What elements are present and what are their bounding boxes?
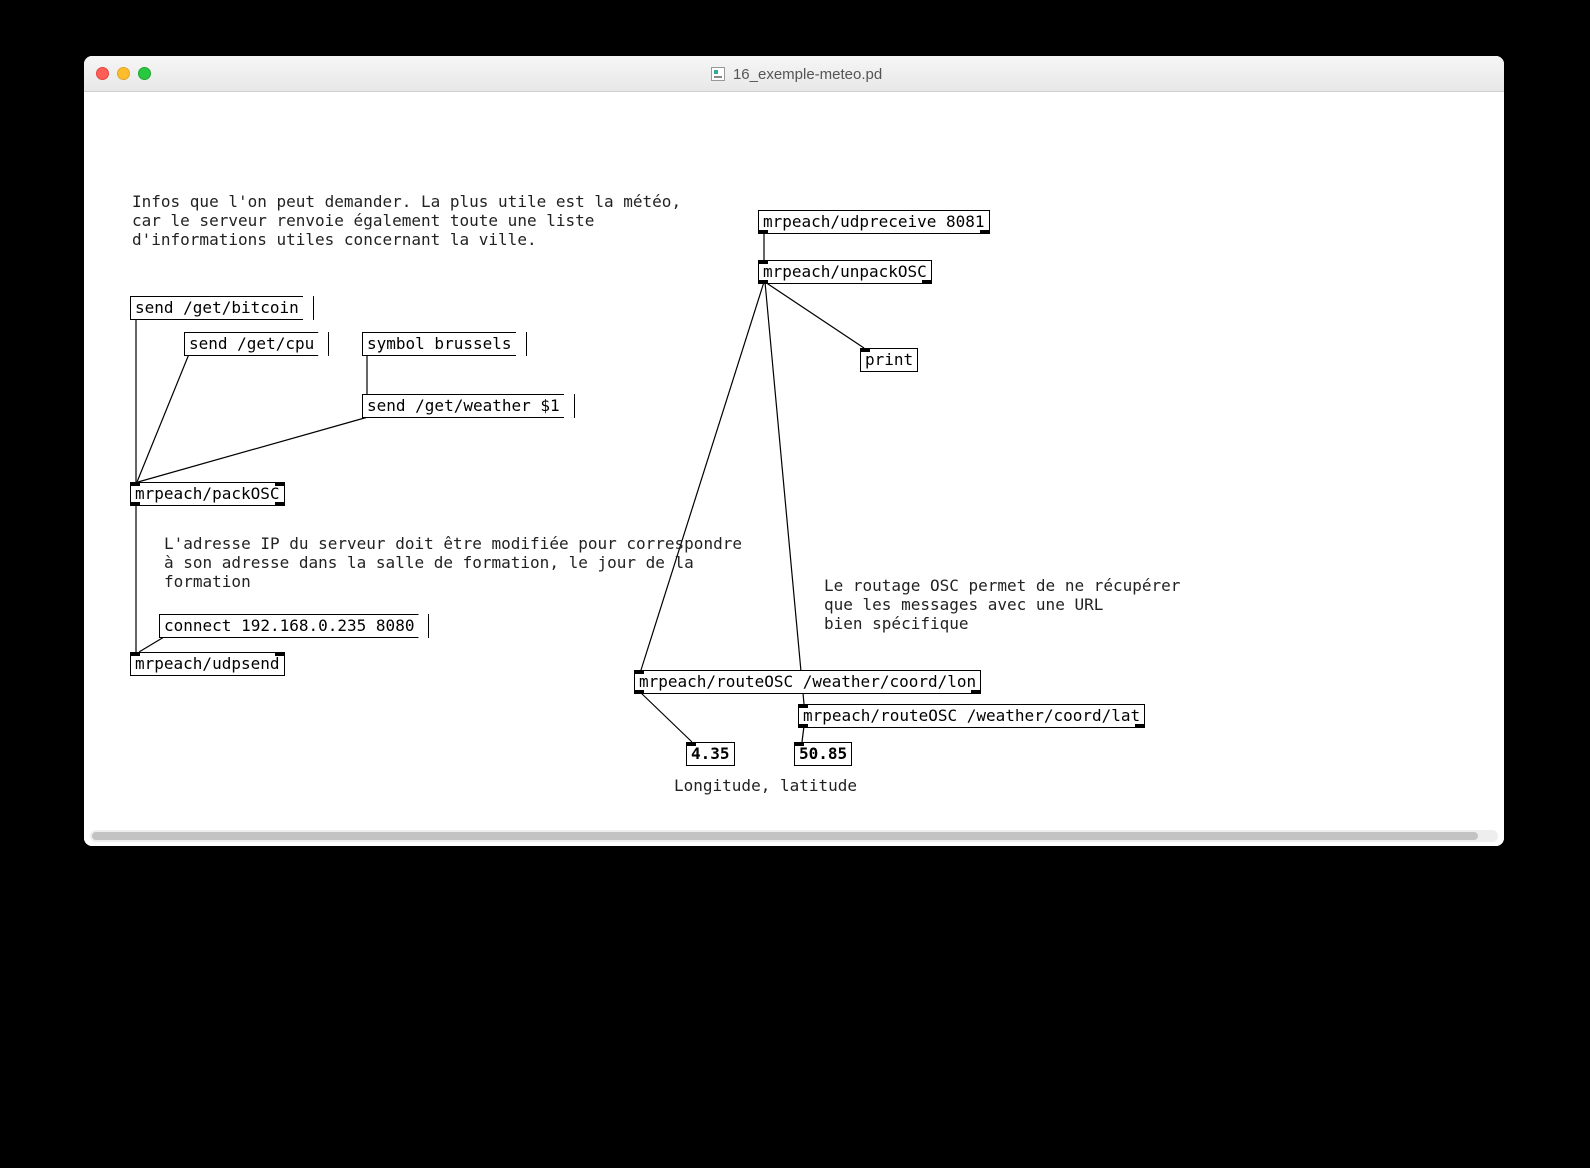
- msg-symbol[interactable]: symbol brussels: [362, 332, 527, 356]
- app-window: 16_exemple-meteo.pd: [84, 56, 1504, 846]
- obj-udpreceive-text: mrpeach/udpreceive 8081: [763, 212, 985, 231]
- obj-print-text: print: [865, 350, 913, 369]
- traffic-lights: [96, 67, 151, 80]
- comment-routing: Le routage OSC permet de ne récupérer qu…: [824, 576, 1180, 634]
- msg-weather[interactable]: send /get/weather $1: [362, 394, 575, 418]
- msg-cpu[interactable]: send /get/cpu: [184, 332, 329, 356]
- obj-unpackosc[interactable]: mrpeach/unpackOSC: [758, 260, 932, 284]
- obj-print[interactable]: print: [860, 348, 918, 372]
- obj-routeosc-lon[interactable]: mrpeach/routeOSC /weather/coord/lon: [634, 670, 981, 694]
- obj-packosc-text: mrpeach/packOSC: [135, 484, 280, 503]
- comment-infos: Infos que l'on peut demander. La plus ut…: [132, 192, 681, 250]
- obj-udpreceive[interactable]: mrpeach/udpreceive 8081: [758, 210, 990, 234]
- msg-weather-text: send /get/weather $1: [367, 396, 560, 415]
- msg-cpu-text: send /get/cpu: [189, 334, 314, 353]
- msg-bitcoin[interactable]: send /get/bitcoin: [130, 296, 314, 320]
- patch-canvas[interactable]: Infos que l'on peut demander. La plus ut…: [84, 92, 1504, 846]
- scrollbar-thumb[interactable]: [92, 832, 1478, 840]
- comment-ip: L'adresse IP du serveur doit être modifi…: [164, 534, 742, 592]
- obj-routeosc-lat-text: mrpeach/routeOSC /weather/coord/lat: [803, 706, 1140, 725]
- comment-lonlat: Longitude, latitude: [674, 776, 857, 795]
- document-icon: [711, 67, 725, 81]
- msg-connect[interactable]: connect 192.168.0.235 8080: [159, 614, 429, 638]
- horizontal-scrollbar[interactable]: [90, 830, 1498, 842]
- msg-symbol-text: symbol brussels: [367, 334, 512, 353]
- obj-udpsend[interactable]: mrpeach/udpsend: [130, 652, 285, 676]
- number-lon[interactable]: 4.35: [686, 742, 735, 766]
- minimize-icon[interactable]: [117, 67, 130, 80]
- number-lat[interactable]: 50.85: [794, 742, 852, 766]
- obj-unpackosc-text: mrpeach/unpackOSC: [763, 262, 927, 281]
- obj-routeosc-lon-text: mrpeach/routeOSC /weather/coord/lon: [639, 672, 976, 691]
- msg-connect-text: connect 192.168.0.235 8080: [164, 616, 414, 635]
- close-icon[interactable]: [96, 67, 109, 80]
- msg-bitcoin-text: send /get/bitcoin: [135, 298, 299, 317]
- titlebar[interactable]: 16_exemple-meteo.pd: [84, 56, 1504, 92]
- obj-packosc[interactable]: mrpeach/packOSC: [130, 482, 285, 506]
- number-lon-value: 4.35: [691, 744, 730, 763]
- window-title: 16_exemple-meteo.pd: [733, 66, 882, 83]
- number-lat-value: 50.85: [799, 744, 847, 763]
- window-title-wrap: 16_exemple-meteo.pd: [151, 65, 1442, 83]
- zoom-icon[interactable]: [138, 67, 151, 80]
- obj-routeosc-lat[interactable]: mrpeach/routeOSC /weather/coord/lat: [798, 704, 1145, 728]
- obj-udpsend-text: mrpeach/udpsend: [135, 654, 280, 673]
